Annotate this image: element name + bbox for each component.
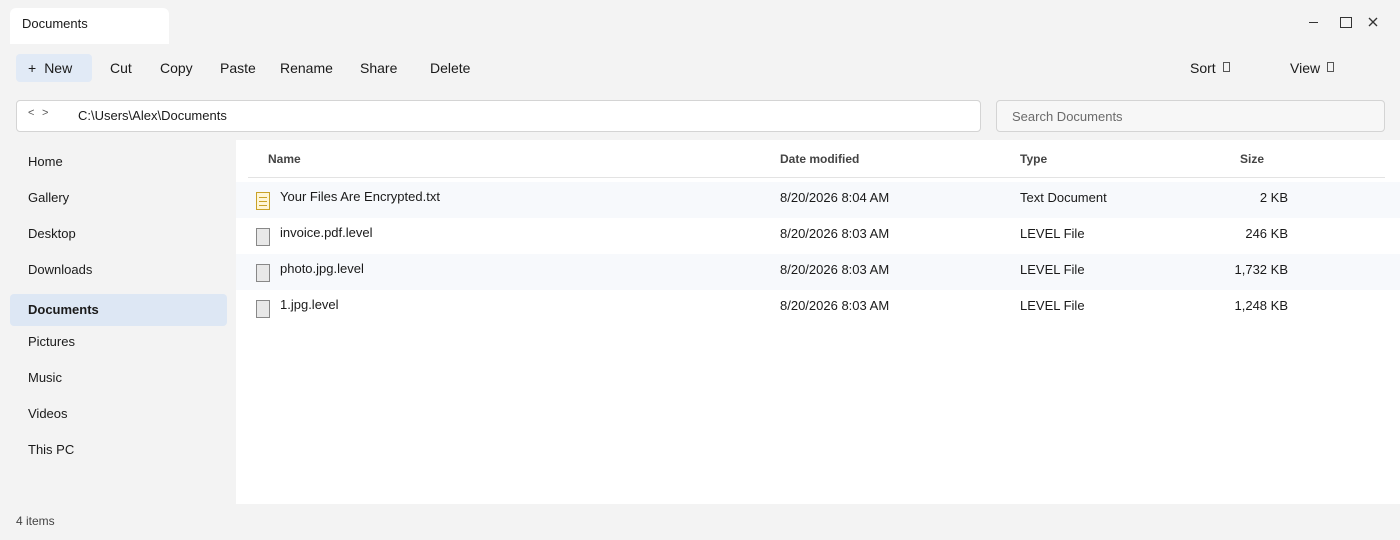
new-button-label: New: [44, 60, 73, 76]
delete-button[interactable]: Delete: [430, 54, 470, 82]
sort-button[interactable]: Sort: [1190, 54, 1230, 82]
column-header-size[interactable]: Size: [1240, 152, 1264, 166]
sidebar-item-downloads[interactable]: Downloads: [10, 254, 227, 286]
sidebar-item-documents[interactable]: Documents: [10, 294, 227, 326]
new-button[interactable]: + New: [16, 54, 92, 82]
file-name: 1.jpg.level: [280, 297, 339, 312]
sidebar-item-pictures[interactable]: Pictures: [10, 326, 227, 358]
file-list: Name Date modified Type Size Your Files …: [236, 140, 1400, 504]
address-path[interactable]: C:\Users\Alex\Documents: [78, 108, 227, 123]
forward-icon[interactable]: >: [42, 107, 48, 119]
file-row[interactable]: photo.jpg.level 8/20/2026 8:03 AM LEVEL …: [236, 254, 1400, 290]
command-bar: + New Cut Copy Paste Rename Share Delete …: [0, 50, 1400, 86]
sidebar-item-music[interactable]: Music: [10, 362, 227, 394]
file-size: 246 KB: [1245, 226, 1288, 241]
close-icon: [1368, 17, 1378, 27]
sidebar-item-gallery[interactable]: Gallery: [10, 182, 227, 214]
minimize-button[interactable]: [1300, 10, 1326, 34]
text-file-icon: [256, 192, 270, 210]
close-button[interactable]: [1360, 10, 1386, 34]
view-button[interactable]: View: [1290, 54, 1335, 82]
file-row[interactable]: invoice.pdf.level 8/20/2026 8:03 AM LEVE…: [236, 218, 1400, 254]
file-name: photo.jpg.level: [280, 261, 364, 276]
plus-icon: +: [28, 60, 37, 76]
file-type: LEVEL File: [1020, 262, 1085, 277]
sidebar-item-videos[interactable]: Videos: [10, 398, 227, 430]
title-bar: Documents: [0, 0, 1400, 44]
file-size: 2 KB: [1259, 190, 1288, 205]
sidebar-item-desktop[interactable]: Desktop: [10, 218, 227, 250]
address-bar[interactable]: < > C:\Users\Alex\Documents: [16, 100, 981, 132]
file-icon: [256, 228, 270, 246]
sidebar-item-this-pc[interactable]: This PC: [10, 434, 227, 466]
maximize-button[interactable]: [1333, 10, 1359, 34]
minimize-icon: [1308, 21, 1318, 23]
back-icon[interactable]: <: [28, 107, 34, 119]
column-header-row: Name Date modified Type Size: [248, 140, 1385, 178]
file-date-modified: 8/20/2026 8:03 AM: [780, 226, 890, 241]
share-button[interactable]: Share: [360, 54, 397, 82]
file-explorer-window: Documents + New Cut Copy Paste Rename Sha…: [0, 0, 1400, 540]
file-size: 1,732 KB: [1234, 262, 1289, 277]
file-date-modified: 8/20/2026 8:04 AM: [780, 190, 890, 205]
file-icon: [256, 300, 270, 318]
maximize-icon: [1340, 16, 1352, 28]
paste-button[interactable]: Paste: [220, 54, 256, 82]
copy-button[interactable]: Copy: [160, 54, 193, 82]
file-name: Your Files Are Encrypted.txt: [280, 189, 440, 204]
sort-button-label: Sort: [1190, 60, 1216, 76]
file-icon: [256, 264, 270, 282]
file-type: LEVEL File: [1020, 298, 1085, 313]
file-date-modified: 8/20/2026 8:03 AM: [780, 298, 890, 313]
window-tab-title: Documents: [22, 16, 88, 31]
file-name: invoice.pdf.level: [280, 225, 373, 240]
dropdown-icon: [1327, 62, 1335, 73]
dropdown-icon: [1222, 62, 1230, 73]
column-header-name[interactable]: Name: [268, 152, 301, 166]
column-header-type[interactable]: Type: [1020, 152, 1047, 166]
rename-button[interactable]: Rename: [280, 54, 333, 82]
file-date-modified: 8/20/2026 8:03 AM: [780, 262, 890, 277]
file-size: 1,248 KB: [1234, 298, 1289, 313]
sidebar-item-home[interactable]: Home: [10, 146, 227, 178]
view-button-label: View: [1290, 60, 1321, 76]
file-row[interactable]: 1.jpg.level 8/20/2026 8:03 AM LEVEL File…: [236, 290, 1400, 326]
cut-button[interactable]: Cut: [110, 54, 132, 82]
file-row[interactable]: Your Files Are Encrypted.txt 8/20/2026 8…: [236, 182, 1400, 218]
file-type: LEVEL File: [1020, 226, 1085, 241]
window-tab[interactable]: Documents: [10, 8, 169, 44]
search-input[interactable]: [996, 100, 1385, 132]
status-item-count: 4 items: [16, 514, 55, 528]
file-type: Text Document: [1020, 190, 1107, 205]
column-header-date-modified[interactable]: Date modified: [780, 152, 859, 166]
